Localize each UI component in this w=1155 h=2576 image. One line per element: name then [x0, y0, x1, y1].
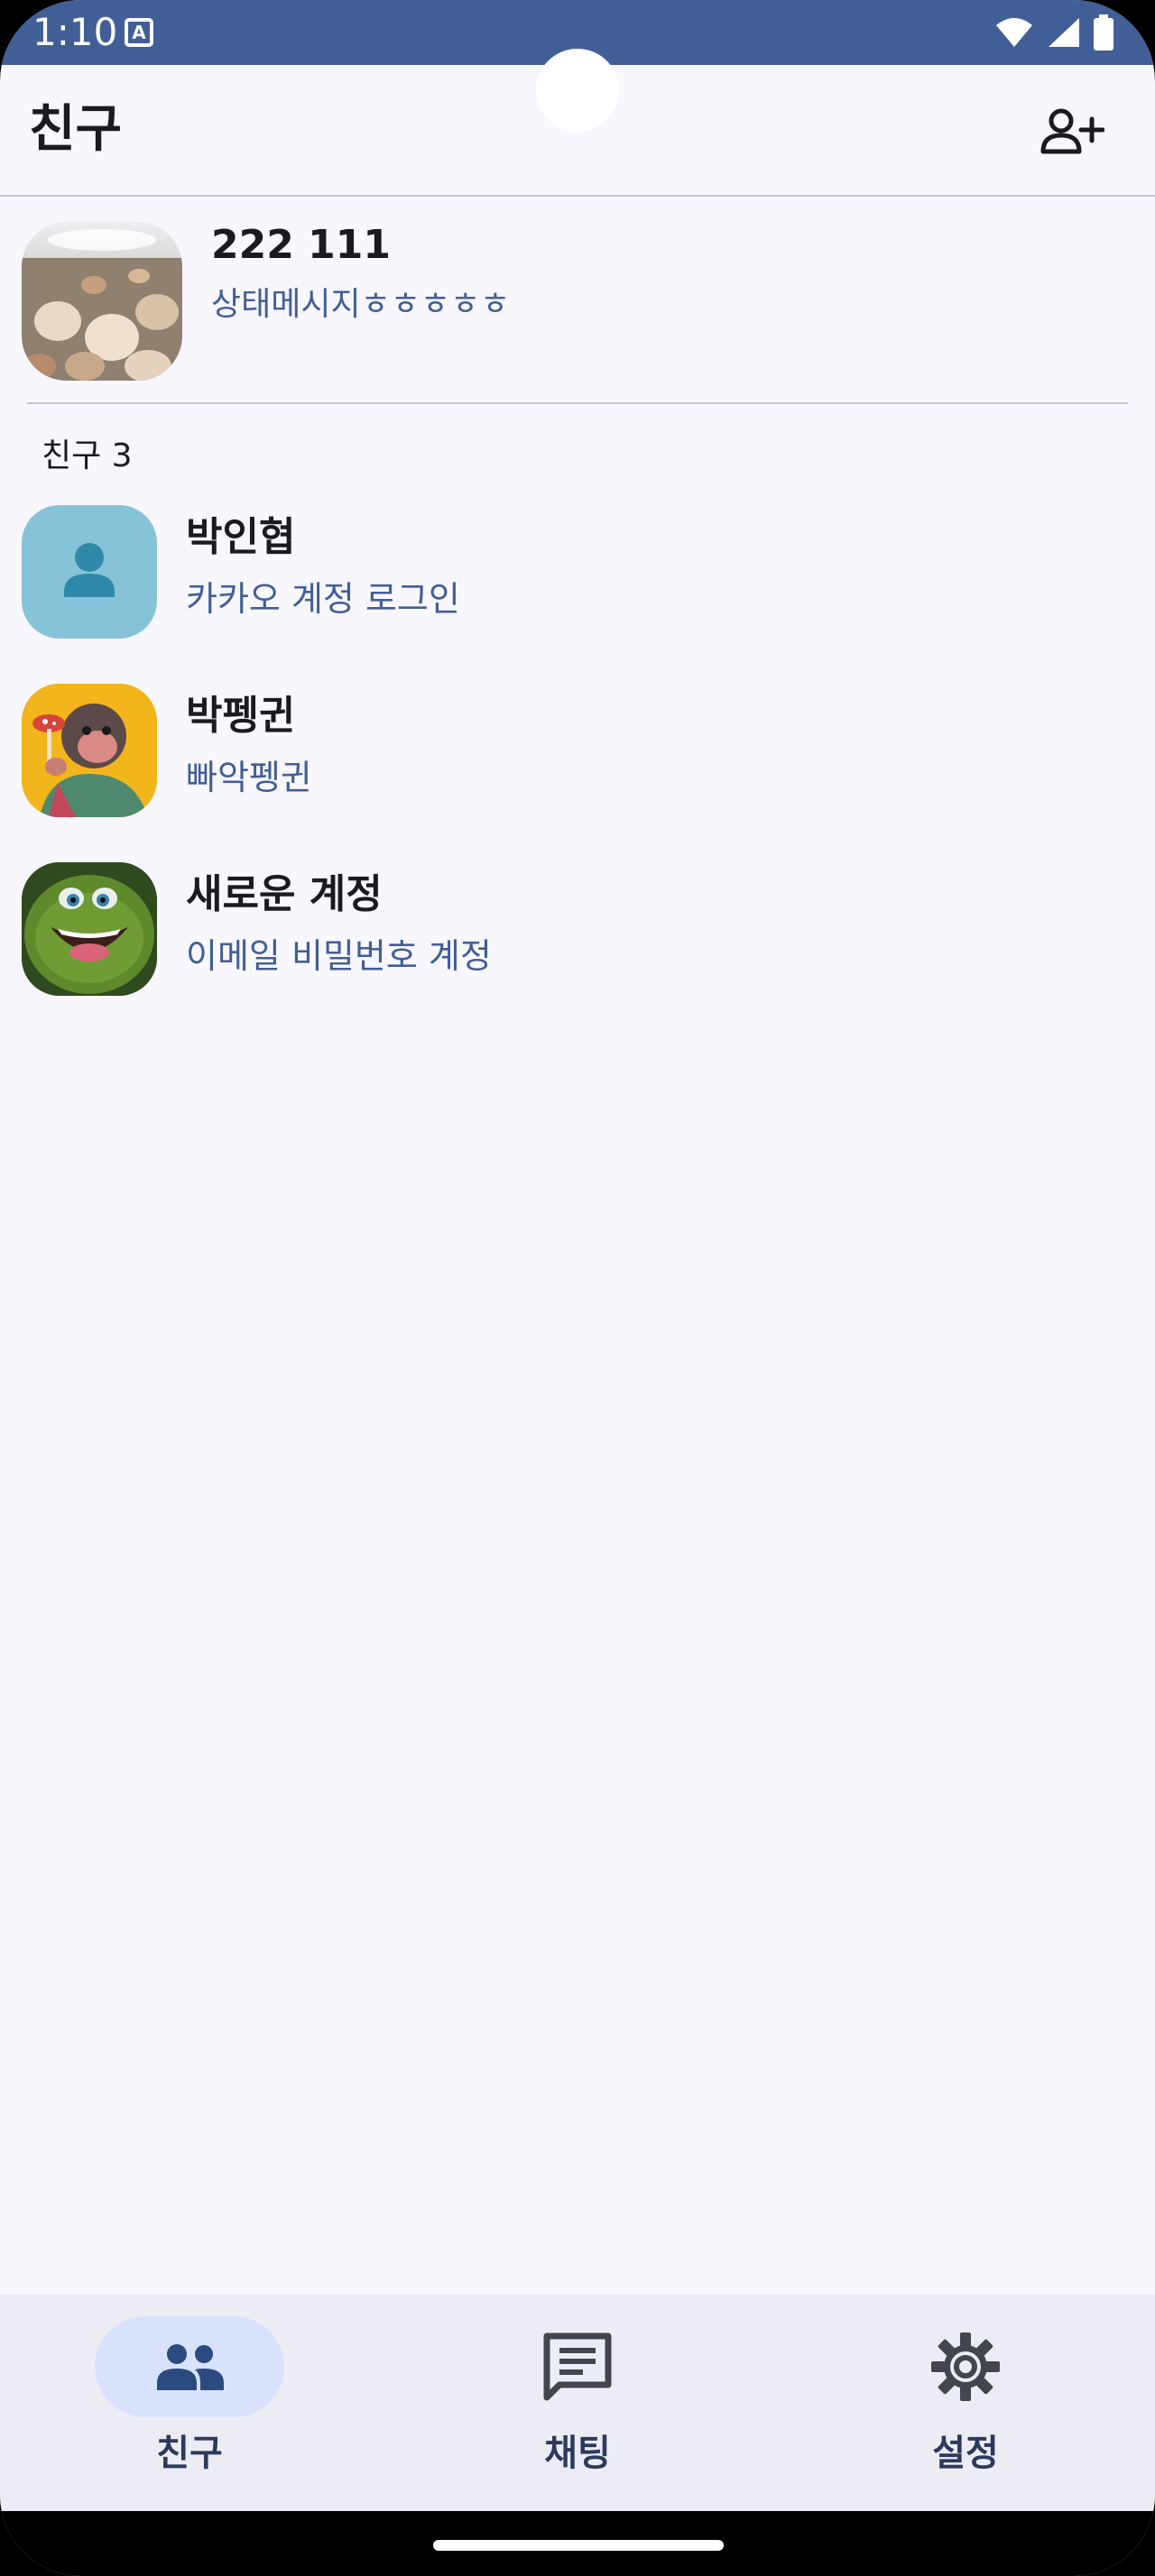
nav-label-chat: 채팅	[544, 2433, 611, 2474]
chat-icon	[543, 2332, 612, 2401]
default-person-icon	[64, 543, 115, 597]
list-item[interactable]: 박펭귄 빠악펭귄	[0, 684, 1155, 846]
app-bar: 친구	[0, 65, 1155, 195]
monkey-illustration-icon	[22, 684, 157, 817]
friend-status: 카카오 계정 로그인	[186, 579, 460, 619]
my-avatar	[22, 222, 182, 381]
nav-active-indicator	[95, 2316, 284, 2417]
nav-item-settings[interactable]: 설정	[776, 2295, 1155, 2511]
battery-icon	[1094, 14, 1113, 51]
app-screen: 1:10 A 친구 222 111 상태메시지ㅎㅎㅎㅎㅎ 친구 3 박인협 카카…	[0, 0, 1155, 2576]
keyboard-a-icon: A	[125, 18, 153, 47]
nav-label-friends: 친구	[156, 2433, 223, 2474]
people-icon	[157, 2344, 224, 2390]
friends-count-label: 친구 3	[42, 437, 133, 474]
friend-name: 새로운 계정	[186, 871, 383, 917]
add-friend-button[interactable]	[1036, 96, 1108, 168]
gesture-handle[interactable]	[433, 2540, 724, 2551]
friend-avatar	[22, 862, 157, 996]
my-name: 222 111	[211, 222, 392, 268]
friend-avatar	[22, 684, 157, 817]
list-item[interactable]: 새로운 계정 이메일 비밀번호 계정	[0, 862, 1155, 1025]
nav-item-friends[interactable]: 친구	[0, 2295, 379, 2511]
green-frog-illustration-icon	[22, 862, 157, 996]
friend-avatar	[22, 505, 157, 639]
nav-label-settings: 설정	[932, 2433, 999, 2474]
nav-icon-container	[483, 2316, 672, 2417]
friend-name: 박인협	[186, 514, 296, 560]
nav-item-chat[interactable]: 채팅	[388, 2295, 767, 2511]
my-profile-row[interactable]: 222 111 상태메시지ㅎㅎㅎㅎㅎ	[0, 198, 1155, 402]
list-item[interactable]: 박인협 카카오 계정 로그인	[0, 505, 1155, 667]
signal-icon	[1049, 18, 1079, 47]
app-bar-divider	[0, 195, 1155, 197]
status-time: 1:10	[32, 10, 118, 54]
friend-name: 박펭귄	[186, 693, 296, 739]
profile-divider	[27, 402, 1128, 404]
page-title: 친구	[29, 100, 123, 159]
my-status-message: 상태메시지ㅎㅎㅎㅎㅎ	[211, 286, 511, 323]
nav-icon-container	[871, 2316, 1060, 2417]
seashells-photo-icon	[22, 222, 182, 381]
friend-status: 빠악펭귄	[186, 758, 312, 797]
person-add-icon	[1040, 108, 1104, 154]
wifi-icon	[996, 18, 1032, 47]
bottom-navigation: 친구 채팅 설정	[0, 2295, 1155, 2511]
settings-gear-icon	[931, 2332, 1000, 2401]
status-icons	[994, 14, 1115, 51]
friend-status: 이메일 비밀번호 계정	[186, 936, 492, 976]
